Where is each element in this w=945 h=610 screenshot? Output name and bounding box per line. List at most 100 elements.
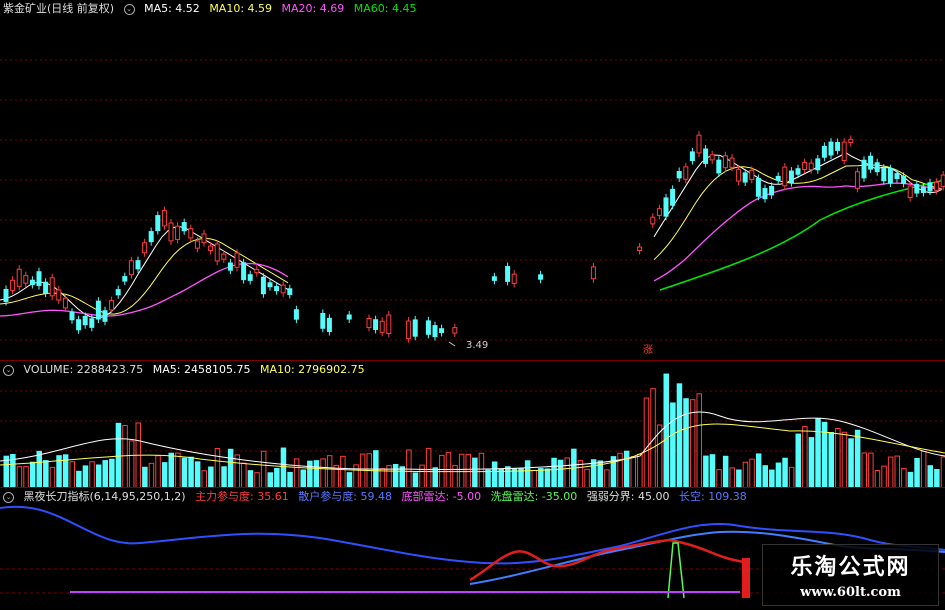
volume-bar xyxy=(432,467,438,488)
volume-bar xyxy=(835,428,841,488)
volume-bar xyxy=(769,469,775,488)
volume-bar xyxy=(194,461,201,488)
candle-body xyxy=(76,319,82,331)
candle-body xyxy=(452,327,458,334)
candle-body xyxy=(914,183,920,194)
candle-body xyxy=(221,253,227,260)
volume-bar xyxy=(102,460,108,488)
volume-bar xyxy=(498,468,504,488)
candle-body xyxy=(320,312,326,329)
candle-body xyxy=(901,175,907,184)
candle-body xyxy=(703,148,709,164)
candle-body xyxy=(280,284,286,294)
candle-body xyxy=(676,171,682,179)
candle-body xyxy=(241,262,247,281)
volume-bar xyxy=(247,470,254,488)
indicator-panel[interactable]: ⌄ 黑夜长刀指标(6,14,95,250,1,2) 主力参与度: 35.61 散… xyxy=(0,487,945,610)
volume-bar xyxy=(128,440,135,488)
volume-bar xyxy=(802,426,808,488)
volume-bar xyxy=(670,402,676,488)
candle-body xyxy=(795,168,801,175)
volume-panel[interactable]: ⌄ VOLUME: 2288423.75 MA5: 2458105.75 MA1… xyxy=(0,360,945,488)
candle-body xyxy=(386,314,392,334)
candle-body xyxy=(689,151,695,162)
candle-body xyxy=(175,225,181,240)
volume-bar xyxy=(307,460,313,488)
volume-bar xyxy=(663,373,669,488)
candle-body xyxy=(142,242,148,254)
volume-bar xyxy=(683,398,689,488)
candle-body xyxy=(122,276,128,282)
candle-body xyxy=(663,197,669,217)
candle-body xyxy=(62,297,68,309)
price-panel[interactable]: 紫金矿业(日线 前复权) ⌄ MA5: 4.52 MA10: 4.59 MA20… xyxy=(0,0,945,360)
volume-bar xyxy=(755,453,762,488)
candle-body xyxy=(775,175,781,181)
candle-body xyxy=(670,188,676,206)
candle-body xyxy=(234,252,240,268)
candle-body xyxy=(95,300,101,320)
candle-body xyxy=(102,310,108,322)
volume-bar xyxy=(703,455,709,488)
candle-body xyxy=(716,159,722,174)
volume-bar xyxy=(643,397,650,488)
watermark-url: www.60lt.com xyxy=(800,585,901,600)
candle-body xyxy=(49,277,55,297)
volume-bar xyxy=(82,465,89,488)
candle-body xyxy=(326,317,332,333)
volume-bar xyxy=(109,458,115,488)
candle-body xyxy=(590,266,596,280)
volume-bar xyxy=(848,438,854,488)
candle-body xyxy=(254,268,260,274)
volume-bar xyxy=(808,437,815,488)
candle-body xyxy=(115,289,121,296)
volume-bar xyxy=(155,455,161,488)
volume-bar xyxy=(604,469,610,488)
volume-bar xyxy=(788,466,795,488)
candle-body xyxy=(736,169,742,182)
volume-bar xyxy=(630,456,636,488)
volume-bar xyxy=(89,461,95,488)
volume-bar xyxy=(762,465,768,488)
candle-body xyxy=(835,141,841,151)
volume-bar xyxy=(274,467,280,488)
volume-bar xyxy=(234,454,240,488)
candle-body xyxy=(148,231,154,243)
volume-bar xyxy=(445,452,452,488)
candle-body xyxy=(379,320,385,333)
ma20-line xyxy=(0,182,943,317)
volume-bar xyxy=(214,448,221,488)
volume-bar xyxy=(29,461,36,488)
volume-bar xyxy=(227,448,234,488)
volume-bar xyxy=(188,456,194,488)
volume-bar xyxy=(894,455,900,488)
volume-bar xyxy=(920,450,927,488)
volume-bar xyxy=(637,453,643,488)
volume-bar xyxy=(795,433,801,488)
volume-bar xyxy=(346,472,353,488)
volume-bar xyxy=(472,457,478,488)
volume-bar xyxy=(861,452,867,488)
volume-bar xyxy=(241,462,247,488)
candle-body xyxy=(439,328,445,333)
volume-bar xyxy=(676,383,683,488)
candle-body xyxy=(887,168,893,184)
candle-body xyxy=(3,288,9,302)
candle-body xyxy=(511,273,517,284)
candle-body xyxy=(934,181,940,191)
candle-body xyxy=(538,274,544,280)
candle-body xyxy=(69,311,75,321)
volume-bar xyxy=(887,456,894,488)
candle-body xyxy=(425,320,431,335)
up-marker: 涨 xyxy=(643,344,653,356)
volume-bar xyxy=(491,461,498,488)
candle-body xyxy=(56,289,62,301)
candle-body xyxy=(749,169,755,180)
candle-body xyxy=(346,314,352,320)
candle-body xyxy=(841,141,847,161)
volume-bar xyxy=(518,468,524,488)
volume-bar xyxy=(208,466,214,488)
volume-bar xyxy=(696,393,702,488)
volume-bar xyxy=(478,452,485,488)
candle-body xyxy=(227,262,233,271)
